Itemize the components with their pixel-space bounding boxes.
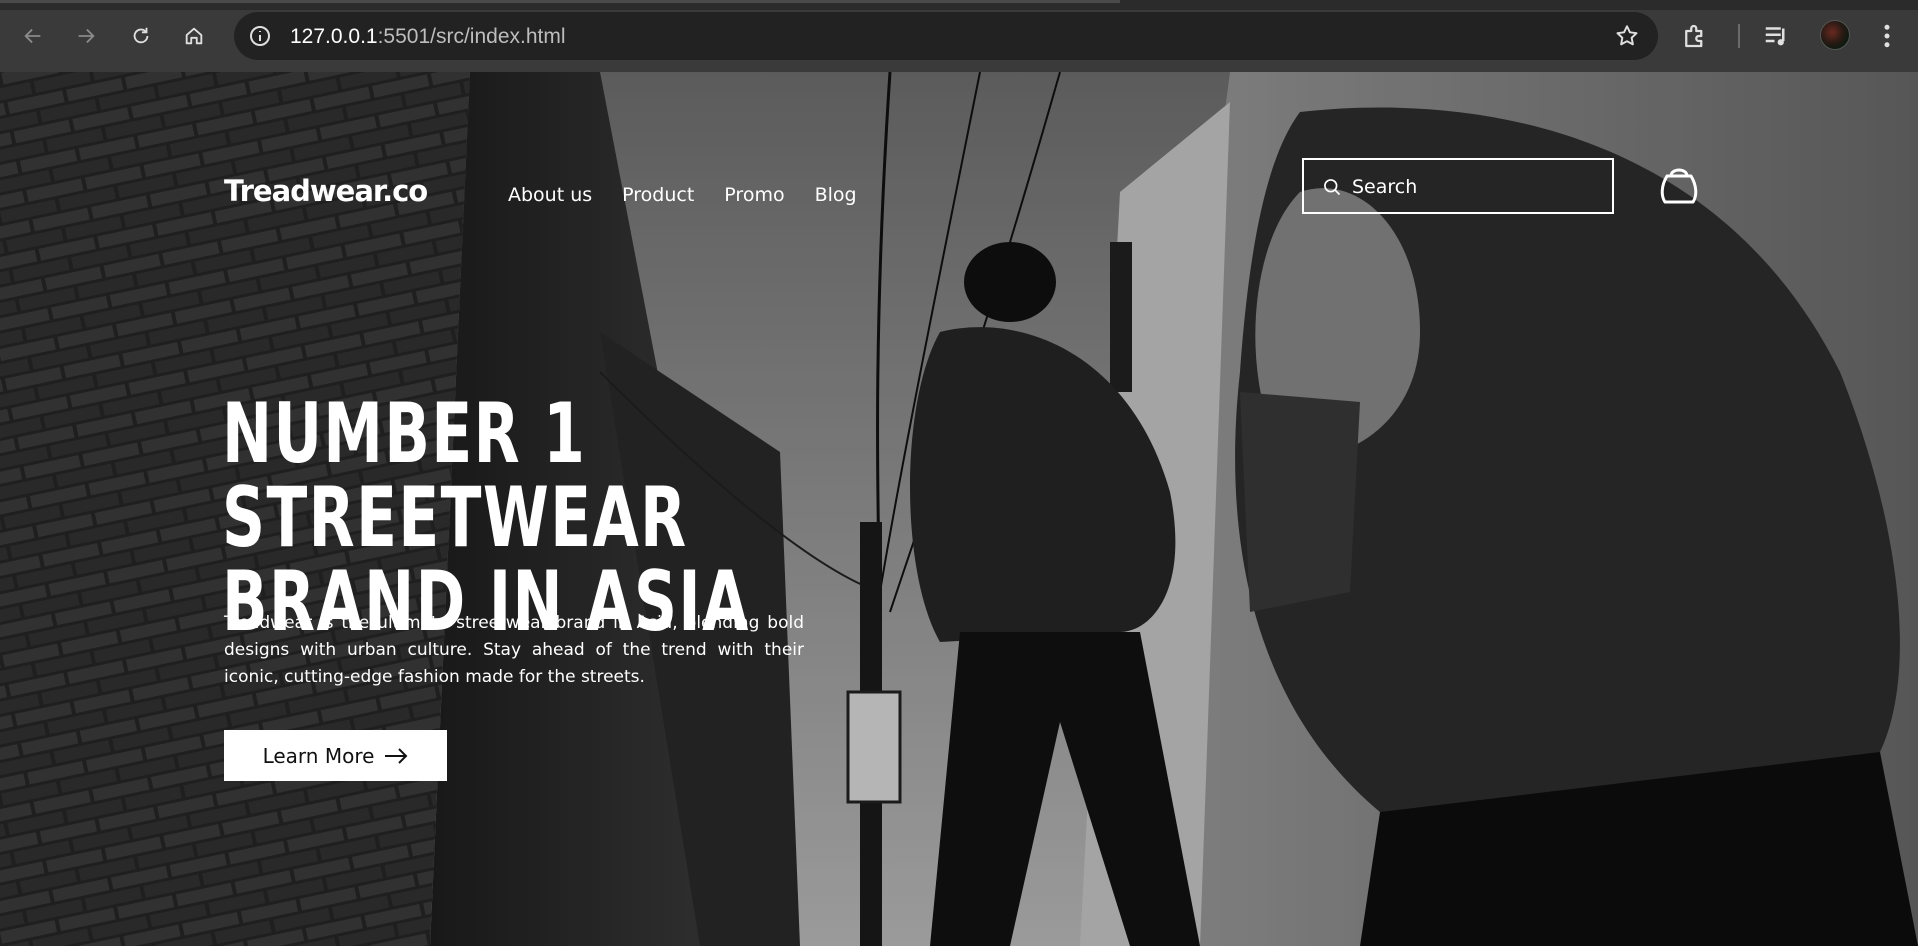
nav-link-product[interactable]: Product — [622, 184, 694, 206]
browser-toolbar: 127.0.0.1:5501/src/index.html — [0, 0, 1918, 72]
tab-strip — [0, 0, 1918, 10]
forward-button[interactable] — [68, 18, 104, 54]
search-box[interactable] — [1302, 158, 1614, 214]
address-bar[interactable]: 127.0.0.1:5501/src/index.html — [234, 12, 1658, 60]
learn-more-button[interactable]: Learn More — [224, 730, 447, 781]
nav-link-blog[interactable]: Blog — [815, 184, 857, 206]
arrow-left-icon — [24, 28, 41, 44]
profile-avatar[interactable] — [1820, 20, 1850, 50]
shopping-bag-icon[interactable] — [1659, 162, 1699, 206]
extensions-button[interactable] — [1680, 18, 1710, 54]
star-icon[interactable] — [1614, 23, 1640, 49]
arrow-right-icon — [385, 747, 408, 764]
hero-section: Treadwear.co About us Product Promo Blog… — [0, 72, 1918, 946]
media-button[interactable] — [1762, 18, 1792, 54]
home-button[interactable] — [176, 18, 212, 54]
arrow-right-icon — [78, 28, 95, 44]
toolbar-divider — [1738, 24, 1740, 48]
main-nav: About us Product Promo Blog — [508, 184, 857, 206]
info-icon[interactable] — [248, 24, 272, 48]
search-input[interactable] — [1352, 172, 1602, 202]
learn-more-label: Learn More — [262, 743, 375, 768]
nav-link-promo[interactable]: Promo — [724, 184, 784, 206]
site-logo[interactable]: Treadwear.co — [224, 174, 428, 208]
hero-description: Treadwear is the ultimate streetwear bra… — [224, 613, 804, 687]
reload-icon — [133, 27, 149, 44]
hero-title-line-1: NUMBER 1 STREETWEAR — [222, 385, 688, 566]
url-text[interactable]: 127.0.0.1:5501/src/index.html — [290, 25, 566, 49]
back-button[interactable] — [15, 18, 51, 54]
kebab-menu-icon — [1884, 24, 1890, 48]
hero-title: NUMBER 1 STREETWEAR BRAND IN ASIA — [222, 392, 870, 644]
home-icon — [185, 27, 203, 45]
browser-menu-button[interactable] — [1872, 18, 1902, 54]
nav-link-about-us[interactable]: About us — [508, 184, 592, 206]
search-icon — [1324, 179, 1341, 196]
reload-button[interactable] — [123, 18, 159, 54]
puzzle-icon — [1685, 24, 1703, 48]
media-queue-icon — [1765, 27, 1785, 46]
